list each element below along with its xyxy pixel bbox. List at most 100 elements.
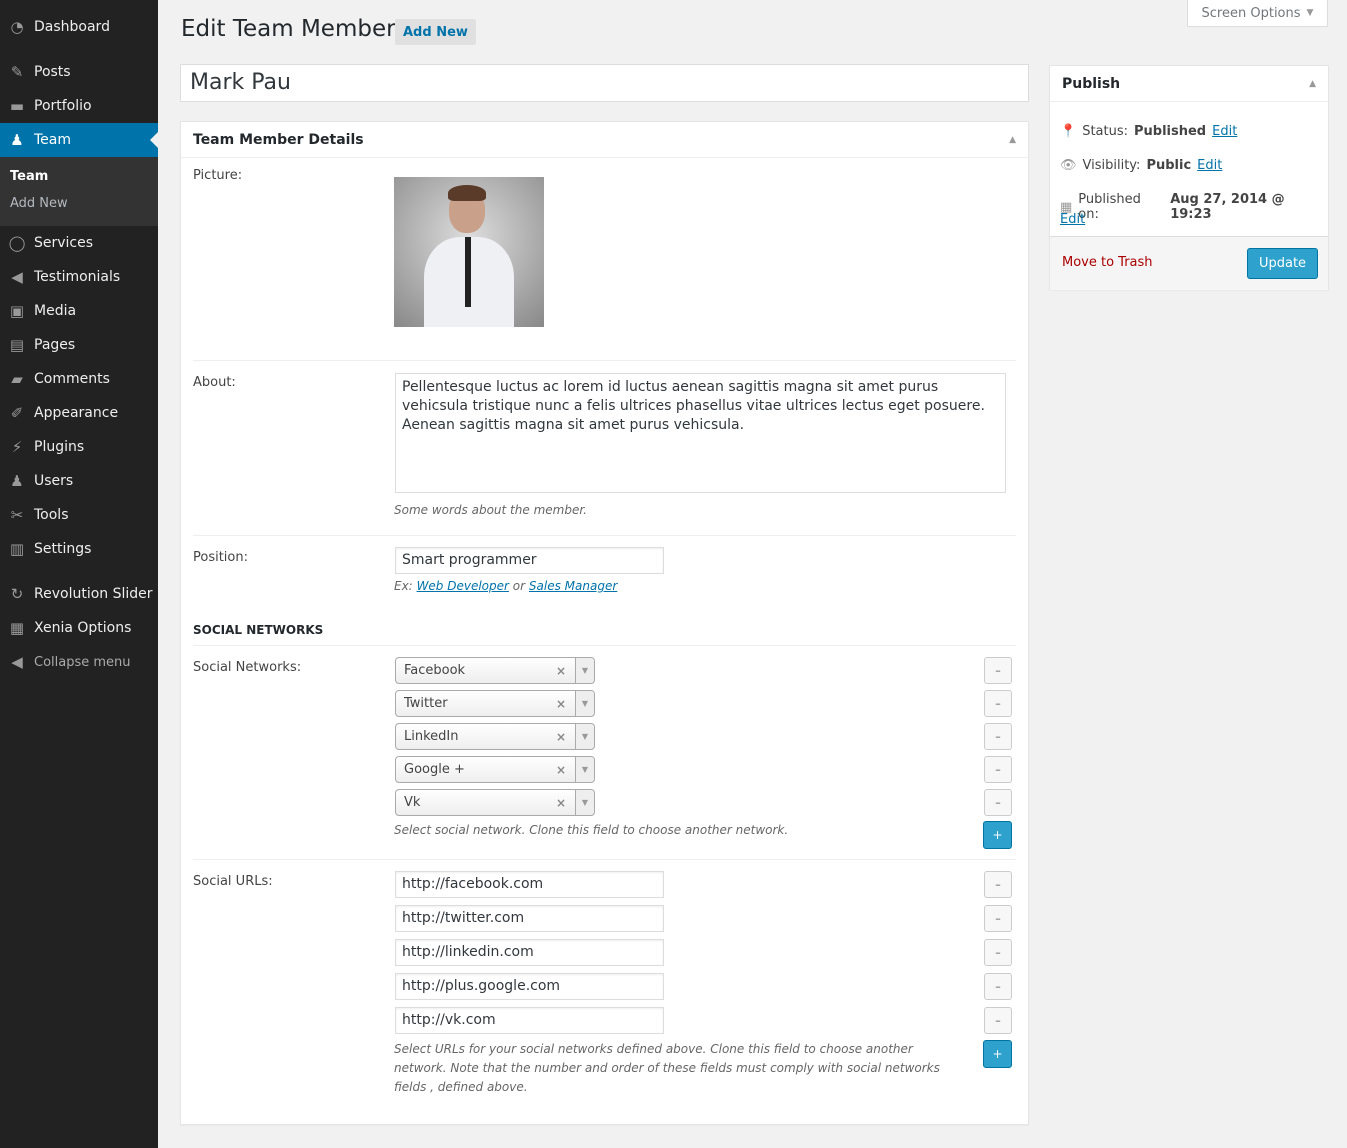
megaphone-icon: ◀ (11, 268, 23, 286)
sidebar-item-label: Services (34, 235, 94, 251)
team-submenu: Team Add New (0, 157, 158, 226)
add-new-button[interactable]: Add New (395, 19, 476, 45)
social-network-select[interactable]: Facebook × ▼ (395, 657, 595, 684)
sidebar-item-label: Portfolio (34, 98, 92, 114)
urls-description: Select URLs for your social networks def… (394, 1042, 940, 1094)
screen-options-button[interactable]: Screen Options ▼ (1187, 0, 1328, 27)
social-networks-heading: SOCIAL NETWORKS (193, 623, 324, 637)
page-title: Edit Team Member (181, 16, 396, 42)
plugin-icon: ⚡ (11, 438, 23, 456)
add-url-button[interactable]: + (983, 1040, 1012, 1068)
remove-url-button[interactable]: – (984, 939, 1012, 966)
about-textarea[interactable]: Pellentesque luctus ac lorem id luctus a… (395, 373, 1006, 493)
social-network-select[interactable]: LinkedIn × ▼ (395, 723, 595, 750)
selected-network: Vk (404, 795, 421, 810)
sidebar-item-revolution-slider[interactable]: ↻ Revolution Slider (0, 577, 158, 611)
social-network-select[interactable]: Twitter × ▼ (395, 690, 595, 717)
dropdown-arrow-icon[interactable]: ▼ (575, 691, 594, 716)
sidebar-item-label: Testimonials (34, 269, 121, 285)
circle-icon: ◯ (8, 234, 26, 252)
social-network-select[interactable]: Vk × ▼ (395, 789, 595, 816)
remove-network-button[interactable]: – (984, 690, 1012, 717)
sidebar-item-users[interactable]: ♟ Users (0, 464, 158, 498)
dropdown-arrow-icon[interactable]: ▼ (575, 724, 594, 749)
edit-date-link[interactable]: Edit (1060, 212, 1085, 227)
clear-icon[interactable]: × (556, 697, 566, 711)
sidebar-item-plugins[interactable]: ⚡ Plugins (0, 430, 158, 464)
about-description: Some words about the member. (394, 503, 587, 517)
visibility-label: Visibility: (1082, 158, 1141, 173)
sidebar-item-media[interactable]: ▣ Media (0, 294, 158, 328)
sidebar-item-tools[interactable]: ✂ Tools (0, 498, 158, 532)
sidebar-item-testimonials[interactable]: ◀ Testimonials (0, 260, 158, 294)
social-url-input[interactable]: http://facebook.com (395, 871, 664, 898)
selected-network: LinkedIn (404, 729, 459, 744)
remove-url-button[interactable]: – (984, 1007, 1012, 1034)
sidebar-item-comments[interactable]: ▰ Comments (0, 362, 158, 396)
title-input[interactable]: Mark Pau (180, 64, 1029, 102)
sidebar-item-team[interactable]: ♟ Team (0, 123, 158, 157)
position-label: Position: (193, 550, 248, 565)
selected-network: Twitter (404, 696, 448, 711)
collapse-arrow-icon[interactable]: ▲ (1009, 135, 1016, 145)
remove-url-button[interactable]: – (984, 905, 1012, 932)
social-network-select[interactable]: Google + × ▼ (395, 756, 595, 783)
position-input[interactable]: Smart programmer (395, 547, 664, 574)
clear-icon[interactable]: × (556, 763, 566, 777)
sidebar-item-posts[interactable]: ✎ Posts (0, 55, 158, 89)
sidebar-item-label: Dashboard (34, 19, 110, 35)
comment-icon: ▰ (11, 370, 23, 388)
sidebar-item-label: Settings (34, 541, 92, 557)
edit-visibility-link[interactable]: Edit (1197, 158, 1222, 173)
social-url-input[interactable]: http://vk.com (395, 1007, 664, 1034)
web-developer-link[interactable]: Web Developer (417, 579, 509, 593)
remove-network-button[interactable]: – (984, 723, 1012, 750)
about-label: About: (193, 375, 236, 390)
published-date: Aug 27, 2014 @ 19:23 (1170, 192, 1285, 222)
clear-icon[interactable]: × (556, 664, 566, 678)
clear-icon[interactable]: × (556, 796, 566, 810)
or-text: or (512, 579, 526, 593)
move-to-trash-link[interactable]: Move to Trash (1062, 255, 1153, 270)
selected-network: Google + (404, 762, 465, 777)
submenu-add-new[interactable]: Add New (10, 196, 68, 211)
box-header[interactable]: Team Member Details ▲ (181, 122, 1028, 158)
sidebar-item-settings[interactable]: ▥ Settings (0, 532, 158, 566)
sidebar-item-pages[interactable]: ▤ Pages (0, 328, 158, 362)
users-icon: ♟ (10, 472, 24, 490)
add-network-button[interactable]: + (983, 821, 1012, 849)
remove-url-button[interactable]: – (984, 871, 1012, 898)
sidebar-item-appearance[interactable]: ✐ Appearance (0, 396, 158, 430)
sidebar-item-label: Tools (34, 507, 69, 523)
dropdown-arrow-icon[interactable]: ▼ (575, 658, 594, 683)
caret-down-icon: ▼ (1306, 8, 1314, 18)
social-url-input[interactable]: http://linkedin.com (395, 939, 664, 966)
sidebar-item-dashboard[interactable]: ◔ Dashboard (0, 10, 158, 44)
sidebar-item-label: Comments (34, 371, 110, 387)
member-picture[interactable] (394, 177, 544, 327)
grid-icon: ▦ (9, 619, 25, 637)
social-url-input[interactable]: http://plus.google.com (395, 973, 664, 1000)
submenu-team[interactable]: Team (10, 169, 48, 184)
sidebar-item-xenia-options[interactable]: ▦ Xenia Options (0, 611, 158, 645)
collapse-menu[interactable]: ◀ Collapse menu (0, 645, 158, 679)
sidebar-item-label: Revolution Slider (34, 586, 153, 602)
media-icon: ▣ (9, 302, 25, 320)
sidebar-item-services[interactable]: ◯ Services (0, 226, 158, 260)
dropdown-arrow-icon[interactable]: ▼ (575, 790, 594, 815)
remove-network-button[interactable]: – (984, 657, 1012, 684)
status-label: Status: (1082, 124, 1128, 139)
dropdown-arrow-icon[interactable]: ▼ (575, 757, 594, 782)
social-url-input[interactable]: http://twitter.com (395, 905, 664, 932)
remove-url-button[interactable]: – (984, 973, 1012, 1000)
sidebar-item-label: Pages (34, 337, 76, 353)
sidebar-item-portfolio[interactable]: ▬ Portfolio (0, 89, 158, 123)
clear-icon[interactable]: × (556, 730, 566, 744)
update-button[interactable]: Update (1247, 248, 1318, 279)
remove-network-button[interactable]: – (984, 756, 1012, 783)
collapse-arrow-icon[interactable]: ▲ (1309, 79, 1316, 89)
publish-header[interactable]: Publish ▲ (1050, 66, 1328, 102)
remove-network-button[interactable]: – (984, 789, 1012, 816)
sales-manager-link[interactable]: Sales Manager (529, 579, 617, 593)
edit-status-link[interactable]: Edit (1212, 124, 1237, 139)
